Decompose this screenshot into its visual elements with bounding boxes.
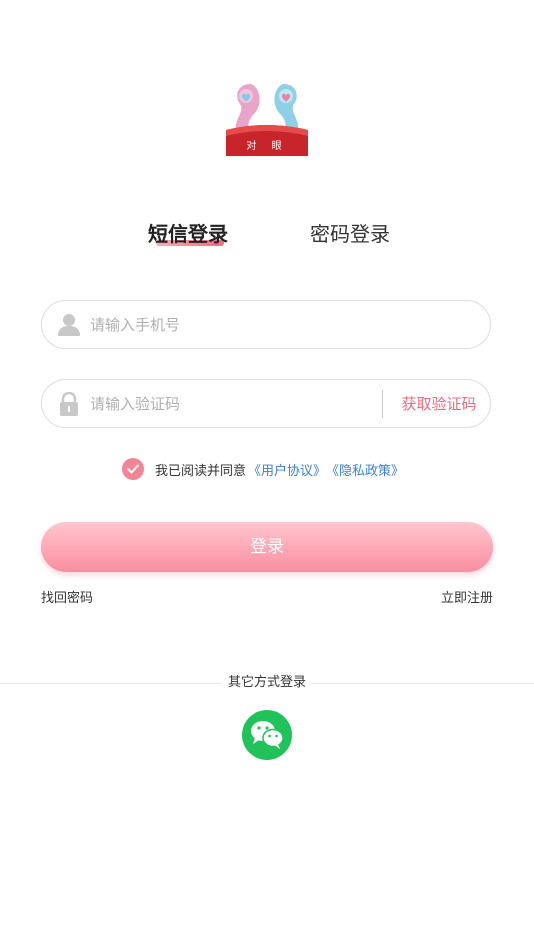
other-login-label: 其它方式登录 [0, 674, 534, 692]
phone-field[interactable] [41, 300, 491, 349]
verification-code-field[interactable]: 获取验证码 [41, 379, 491, 428]
other-login-label-text: 其它方式登录 [221, 675, 312, 690]
lock-icon [58, 391, 80, 416]
logo-text: 对 眼 [246, 141, 288, 152]
user-agreement-link[interactable]: 《用户协议》 [248, 460, 326, 479]
wechat-login-button[interactable] [242, 710, 292, 760]
app-logo: 对 眼 [224, 80, 310, 158]
user-icon [58, 313, 80, 337]
agreement-row: 我已阅读并同意 《用户协议》 《隐私政策》 [122, 457, 404, 481]
tab-password-login[interactable]: 密码登录 [310, 220, 390, 248]
check-icon [127, 464, 139, 474]
phone-input[interactable] [90, 311, 470, 339]
get-code-button[interactable]: 获取验证码 [394, 392, 484, 416]
agreement-text: 我已阅读并同意 [155, 463, 247, 479]
register-link[interactable]: 立即注册 [441, 590, 493, 608]
agreement-checkbox[interactable] [122, 458, 144, 480]
forgot-password-link[interactable]: 找回密码 [41, 590, 93, 608]
field-divider [382, 390, 383, 418]
login-button[interactable]: 登录 [41, 522, 493, 572]
verification-code-input[interactable] [90, 390, 380, 418]
login-page: 对 眼 短信登录 密码登录 获取验证码 [0, 0, 534, 950]
wechat-icon [251, 721, 284, 749]
tab-sms-login[interactable]: 短信登录 [148, 220, 228, 248]
privacy-policy-link[interactable]: 《隐私政策》 [326, 460, 404, 479]
